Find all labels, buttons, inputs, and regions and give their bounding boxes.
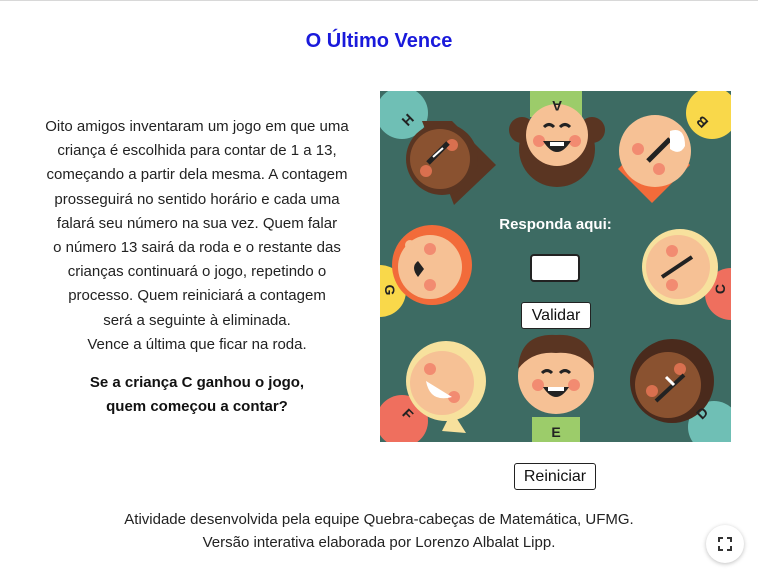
child-b: B [618,91,731,203]
child-h: H [380,91,496,205]
problem-line: crianças continuará o jogo, repetindo o [67,263,327,281]
problem-line: começando a partir dela mesma. A contage… [46,166,348,184]
problem-line: processo. Quem reiniciará a contagem [68,287,326,305]
fullscreen-button[interactable] [706,525,744,563]
child-d: D [630,339,731,442]
child-face-icon [635,352,701,418]
child-label-a: A [552,98,562,114]
problem-line: criança é escolhida para contar de 1 a 1… [57,142,337,160]
question-line: Se a criança C ganhou o jogo, [89,374,305,391]
child-label-c: C [712,284,728,294]
child-face-icon [410,351,474,415]
child-f: F [380,341,486,442]
problem-line: Oito amigos inventaram um jogo em que um… [45,118,349,135]
question-line: quem começou a contar? [106,398,288,415]
fullscreen-icon [718,537,732,551]
question-text: Se a criança C ganhou o jogo, quem começ… [22,371,372,419]
problem-text: Oito amigos inventaram um jogo em que um… [22,115,372,357]
problem-line: será a seguinte à eliminada. [103,311,291,329]
top-divider [0,0,758,1]
child-a: A [509,91,605,187]
problem-line: o número 13 sairá da roda e o restante d… [53,239,341,257]
reset-button[interactable]: Reiniciar [514,463,596,490]
child-c: C [642,229,731,320]
game-board: A B C D E F G H Responda aqui: Validar [380,91,731,442]
child-label-e: E [551,424,560,440]
answer-prompt: Responda aqui: [499,216,612,233]
problem-line: Vence a última que ficar na roda. [87,335,307,353]
credits: Atividade desenvolvida pela equipe Quebr… [0,508,758,554]
child-b-bg [686,91,731,139]
child-face-icon [410,129,470,189]
validate-button[interactable]: Validar [521,302,591,329]
page-title: O Último Vence [305,30,453,52]
child-label-g: G [382,285,398,296]
child-g: G [380,225,472,317]
problem-line: falará seu número na sua vez. Quem falar [56,214,338,232]
answer-input[interactable] [530,254,580,282]
credits-line: Versão interativa elaborada por Lorenzo … [202,534,556,551]
credits-line: Atividade desenvolvida pela equipe Quebr… [124,511,634,528]
child-e: E [518,334,594,442]
problem-line: prosseguirá no sentido horário e cada um… [54,190,340,208]
